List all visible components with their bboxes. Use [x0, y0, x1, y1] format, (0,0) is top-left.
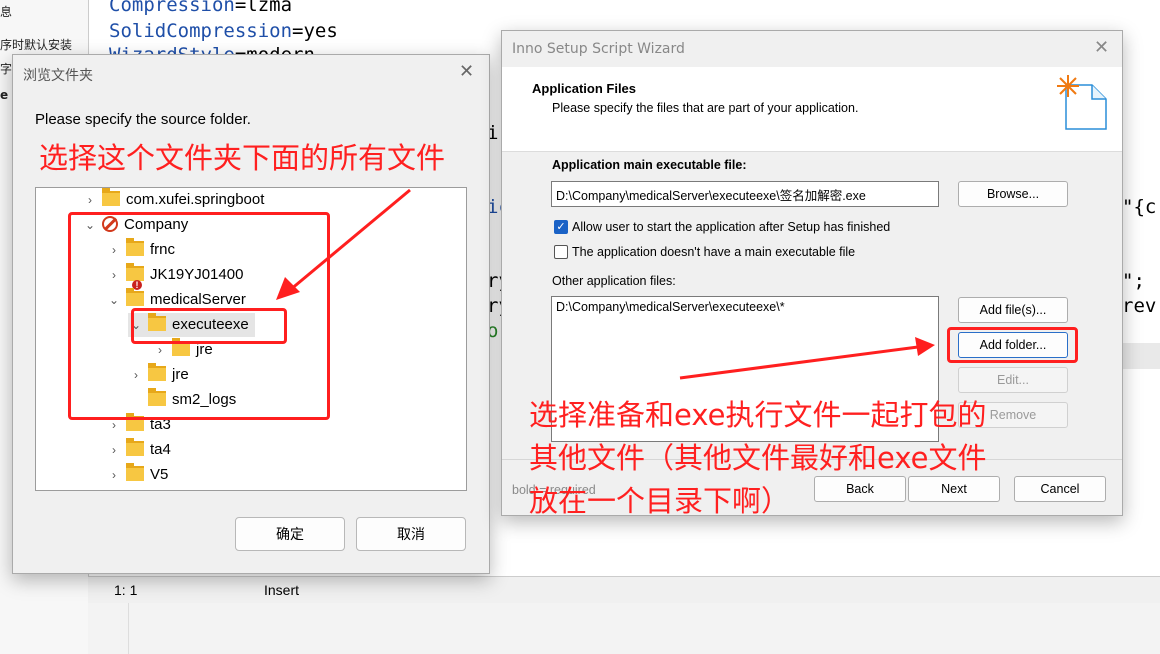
- annotation-text: 选择准备和exe执行文件一起打包的 其他文件（其他文件最好和exe文件 放在一个…: [529, 398, 987, 518]
- annotation-arrow: [679, 345, 919, 380]
- arrow-head-icon: [915, 337, 935, 356]
- annotation-arrows: [679, 337, 935, 380]
